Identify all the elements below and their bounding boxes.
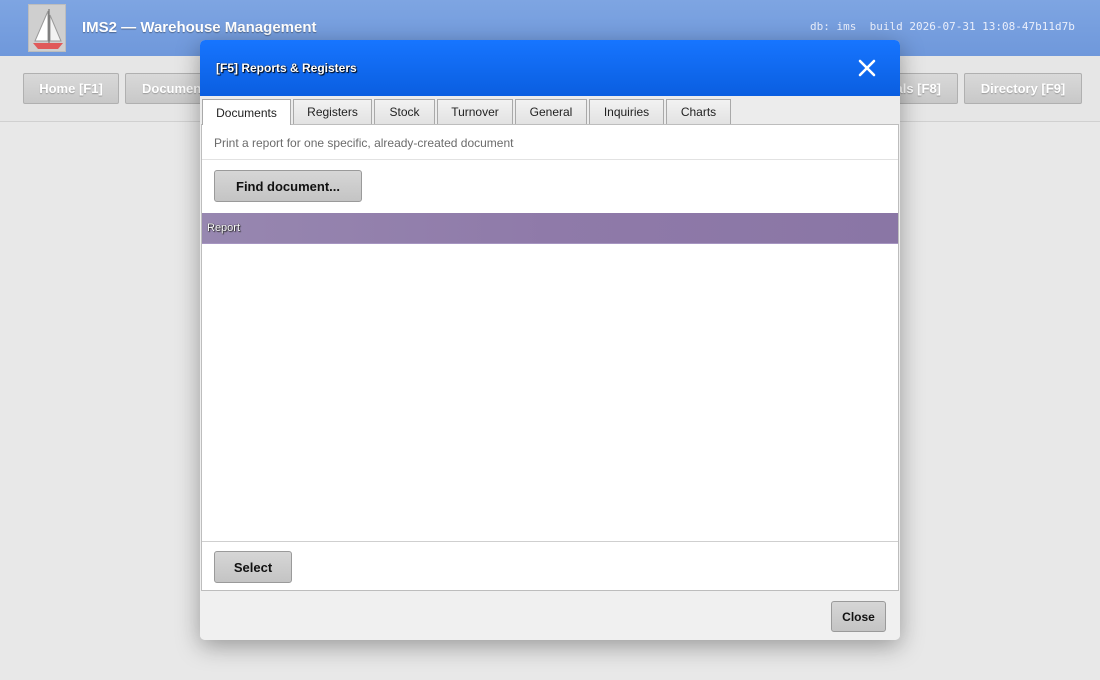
tab-general[interactable]: General: [515, 99, 587, 124]
report-list[interactable]: [202, 245, 898, 542]
report-list-header: Report: [202, 213, 898, 244]
select-button[interactable]: Select: [214, 551, 292, 583]
nav-directory-button[interactable]: Directory [F9]: [964, 73, 1082, 104]
dialog-title: [F5] Reports & Registers: [216, 61, 357, 75]
tab-inquiries[interactable]: Inquiries: [589, 99, 664, 124]
dialog-titlebar: [F5] Reports & Registers: [200, 40, 900, 96]
panel-description: Print a report for one specific, already…: [214, 136, 514, 150]
reports-dialog: [F5] Reports & Registers Documents Regis…: [200, 40, 900, 640]
documents-panel: Print a report for one specific, already…: [201, 124, 899, 591]
divider: [202, 159, 898, 160]
close-icon[interactable]: [854, 55, 880, 81]
report-tabs: Documents Registers Stock Turnover Gener…: [200, 96, 900, 125]
tab-turnover[interactable]: Turnover: [437, 99, 513, 124]
nav-home-button[interactable]: Home [F1]: [23, 73, 119, 104]
find-document-button[interactable]: Find document...: [214, 170, 362, 202]
tab-registers[interactable]: Registers: [293, 99, 372, 124]
build-info: db: ims build 2026-07-31 13:08-47b11d7b: [810, 20, 1075, 33]
app-title: IMS2 — Warehouse Management: [82, 19, 317, 36]
tab-documents[interactable]: Documents: [202, 99, 291, 125]
close-button[interactable]: Close: [831, 601, 886, 632]
tab-stock[interactable]: Stock: [374, 99, 435, 124]
sailboat-logo-icon: [28, 4, 66, 52]
dialog-footer: Close: [200, 591, 900, 640]
tab-charts[interactable]: Charts: [666, 99, 731, 124]
report-column-header: Report: [207, 222, 241, 234]
